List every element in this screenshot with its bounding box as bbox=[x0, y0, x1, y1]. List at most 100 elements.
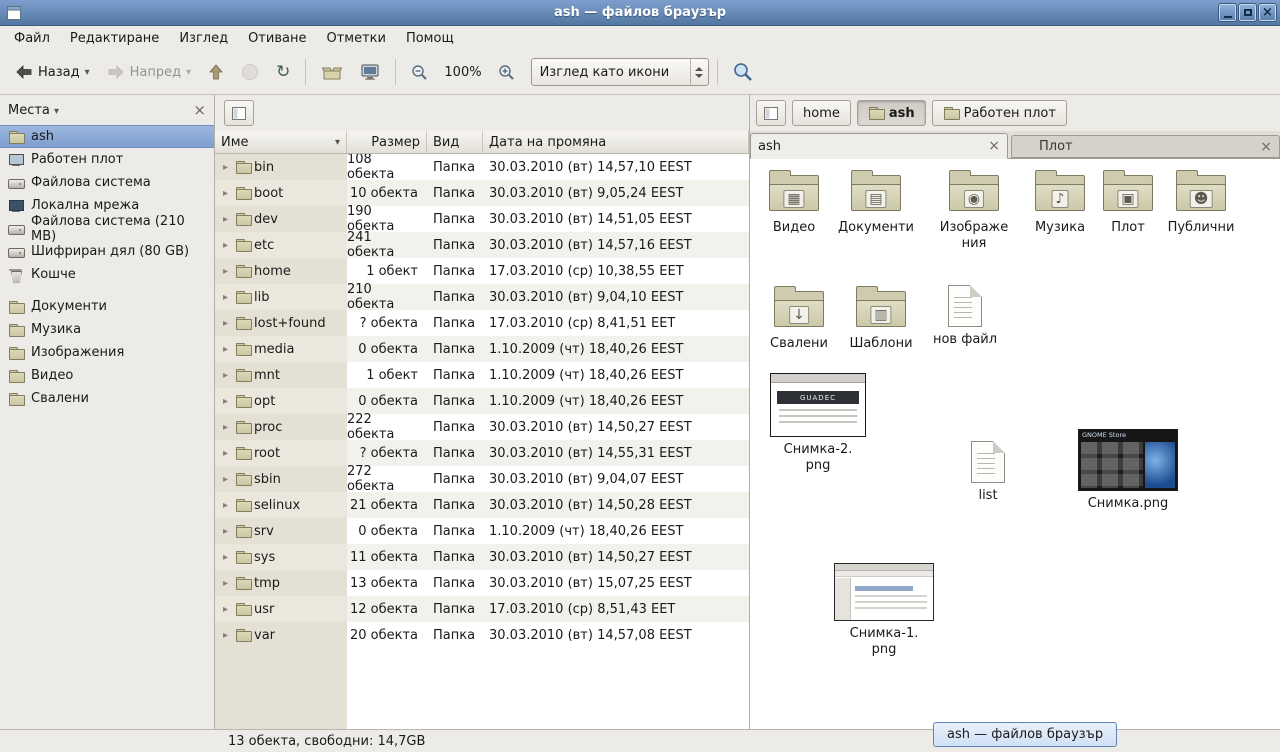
pathbar-home-button[interactable]: home bbox=[792, 100, 851, 126]
sidebar-item[interactable]: Музика bbox=[0, 318, 214, 341]
expander-icon[interactable]: ▸ bbox=[219, 552, 232, 563]
expander-icon[interactable]: ▸ bbox=[219, 344, 232, 355]
tab-close-icon[interactable]: × bbox=[1260, 140, 1272, 154]
home-button[interactable] bbox=[314, 59, 350, 86]
file-item-new-file[interactable]: нов файл bbox=[923, 285, 1007, 348]
tree-row[interactable]: ▸ srv 0 обекта Папка 1.10.2009 (чт) 18,4… bbox=[215, 518, 749, 544]
taskbar-window-button[interactable]: ash — файлов браузър bbox=[933, 722, 1117, 747]
tree-row[interactable]: ▸ bin 108 обекта Папка 30.03.2010 (вт) 1… bbox=[215, 154, 749, 180]
expander-icon[interactable]: ▸ bbox=[219, 474, 232, 485]
pane-location-button[interactable] bbox=[224, 100, 254, 126]
expander-icon[interactable]: ▸ bbox=[219, 188, 232, 199]
menu-help[interactable]: Помощ bbox=[396, 26, 464, 50]
search-button[interactable] bbox=[726, 57, 760, 87]
expander-icon[interactable]: ▸ bbox=[219, 214, 232, 225]
tree-row[interactable]: ▸ media 0 обекта Папка 1.10.2009 (чт) 18… bbox=[215, 336, 749, 362]
sidebar-item[interactable]: Файлова система (210 MB) bbox=[0, 217, 214, 240]
tree-row[interactable]: ▸ lost+found ? обекта Папка 17.03.2010 (… bbox=[215, 310, 749, 336]
tree-row[interactable]: ▸ dev 190 обекта Папка 30.03.2010 (вт) 1… bbox=[215, 206, 749, 232]
expander-icon[interactable]: ▸ bbox=[219, 162, 232, 173]
menu-view[interactable]: Изглед bbox=[169, 26, 238, 50]
file-item-list[interactable]: list bbox=[948, 441, 1028, 504]
tree-row[interactable]: ▸ sys 11 обекта Папка 30.03.2010 (вт) 14… bbox=[215, 544, 749, 570]
sidebar-item[interactable]: ash bbox=[0, 125, 214, 148]
pathbar-root-button[interactable] bbox=[756, 100, 786, 126]
forward-button[interactable]: Напред ▾ bbox=[100, 59, 199, 85]
column-header-name[interactable]: Име▾ bbox=[215, 131, 347, 153]
expander-icon[interactable]: ▸ bbox=[219, 630, 232, 641]
zoom-out-button[interactable] bbox=[404, 59, 435, 86]
pathbar-ash-button[interactable]: ash bbox=[857, 100, 926, 126]
tree-row[interactable]: ▸ boot 10 обекта Папка 30.03.2010 (вт) 9… bbox=[215, 180, 749, 206]
column-header-size[interactable]: Размер bbox=[347, 131, 427, 153]
tree-row[interactable]: ▸ lib 210 обекта Папка 30.03.2010 (вт) 9… bbox=[215, 284, 749, 310]
maximize-button[interactable] bbox=[1239, 4, 1256, 21]
expander-icon[interactable]: ▸ bbox=[219, 422, 232, 433]
sidebar-item[interactable]: Работен плот bbox=[0, 148, 214, 171]
column-header-date[interactable]: Дата на промяна bbox=[483, 131, 749, 153]
cell-type: Папка bbox=[427, 492, 483, 518]
minimize-button[interactable] bbox=[1219, 4, 1236, 21]
close-button[interactable]: × bbox=[1259, 4, 1276, 21]
sidebar-close-button[interactable]: × bbox=[193, 101, 206, 119]
cell-type: Папка bbox=[427, 622, 483, 648]
expander-icon[interactable]: ▸ bbox=[219, 370, 232, 381]
view-mode-select[interactable]: Изглед като икони bbox=[531, 58, 709, 86]
expander-icon[interactable]: ▸ bbox=[219, 526, 232, 537]
file-item-public[interactable]: ☻ Публични bbox=[1159, 169, 1243, 236]
file-item-snimka2[interactable]: GUADEC Снимка-2.png bbox=[758, 373, 878, 475]
menu-file[interactable]: Файл bbox=[4, 26, 60, 50]
expander-icon[interactable]: ▸ bbox=[219, 604, 232, 615]
menu-bookmarks[interactable]: Отметки bbox=[316, 26, 395, 50]
places-selector[interactable]: Места ▾ bbox=[8, 103, 59, 118]
tree-row[interactable]: ▸ sbin 272 обекта Папка 30.03.2010 (вт) … bbox=[215, 466, 749, 492]
status-text: 13 обекта, свободни: 14,7GB bbox=[228, 734, 425, 749]
up-button[interactable] bbox=[201, 59, 231, 85]
file-item-templates[interactable]: ▥ Шаблони bbox=[839, 285, 923, 352]
expander-icon[interactable]: ▸ bbox=[219, 266, 232, 277]
file-item-desktop[interactable]: ▣ Плот bbox=[1086, 169, 1170, 236]
reload-button[interactable]: ↻ bbox=[269, 59, 297, 86]
stop-button[interactable] bbox=[234, 58, 266, 86]
sidebar-item[interactable]: Документи bbox=[0, 295, 214, 318]
tree-row[interactable]: ▸ opt 0 обекта Папка 1.10.2009 (чт) 18,4… bbox=[215, 388, 749, 414]
sidebar-item[interactable]: Шифриран дял (80 GB) bbox=[0, 240, 214, 263]
tab-ash[interactable]: ash × bbox=[750, 133, 1008, 159]
tree-row[interactable]: ▸ usr 12 обекта Папка 17.03.2010 (ср) 8,… bbox=[215, 596, 749, 622]
tree-row[interactable]: ▸ root ? обекта Папка 30.03.2010 (вт) 14… bbox=[215, 440, 749, 466]
tab-plot[interactable]: Плот × bbox=[1011, 135, 1280, 158]
tree-row[interactable]: ▸ proc 222 обекта Папка 30.03.2010 (вт) … bbox=[215, 414, 749, 440]
file-item-snimka1[interactable]: Снимка-1.png bbox=[824, 563, 944, 659]
tree-row[interactable]: ▸ etc 241 обекта Папка 30.03.2010 (вт) 1… bbox=[215, 232, 749, 258]
file-item-downloads[interactable]: ↓ Свалени bbox=[757, 285, 841, 352]
sidebar-item[interactable]: Видео bbox=[0, 364, 214, 387]
file-item-documents[interactable]: ▤ Документи bbox=[834, 169, 918, 236]
tab-close-icon[interactable]: × bbox=[988, 139, 1000, 153]
expander-icon[interactable]: ▸ bbox=[219, 396, 232, 407]
sidebar-item[interactable]: Свалени bbox=[0, 387, 214, 410]
expander-icon[interactable]: ▸ bbox=[219, 578, 232, 589]
expander-icon[interactable]: ▸ bbox=[219, 292, 232, 303]
column-header-type[interactable]: Вид bbox=[427, 131, 483, 153]
tree-row[interactable]: ▸ var 20 обекта Папка 30.03.2010 (вт) 14… bbox=[215, 622, 749, 648]
sidebar-item[interactable]: Изображения bbox=[0, 341, 214, 364]
sidebar-item[interactable]: Файлова система bbox=[0, 171, 214, 194]
expander-icon[interactable]: ▸ bbox=[219, 448, 232, 459]
back-button[interactable]: Назад ▾ bbox=[8, 59, 97, 85]
expander-icon[interactable]: ▸ bbox=[219, 500, 232, 511]
tree-row[interactable]: ▸ selinux 21 обекта Папка 30.03.2010 (вт… bbox=[215, 492, 749, 518]
pathbar-desktop-button[interactable]: Работен плот bbox=[932, 100, 1067, 126]
tree-row[interactable]: ▸ mnt 1 обект Папка 1.10.2009 (чт) 18,40… bbox=[215, 362, 749, 388]
tree-row[interactable]: ▸ tmp 13 обекта Папка 30.03.2010 (вт) 15… bbox=[215, 570, 749, 596]
file-item-video[interactable]: ▦ Видео bbox=[752, 169, 836, 236]
tree-row[interactable]: ▸ home 1 обект Папка 17.03.2010 (ср) 10,… bbox=[215, 258, 749, 284]
zoom-in-button[interactable] bbox=[491, 59, 522, 86]
file-item-images[interactable]: ◉ Изображения bbox=[932, 169, 1016, 253]
expander-icon[interactable]: ▸ bbox=[219, 240, 232, 251]
menu-go[interactable]: Отиване bbox=[238, 26, 316, 50]
menu-edit[interactable]: Редактиране bbox=[60, 26, 169, 50]
expander-icon[interactable]: ▸ bbox=[219, 318, 232, 329]
file-item-snimka[interactable]: GNOME Store Снимка.png bbox=[1068, 429, 1188, 512]
computer-button[interactable] bbox=[353, 59, 387, 86]
sidebar-item[interactable]: Кошче bbox=[0, 263, 214, 286]
